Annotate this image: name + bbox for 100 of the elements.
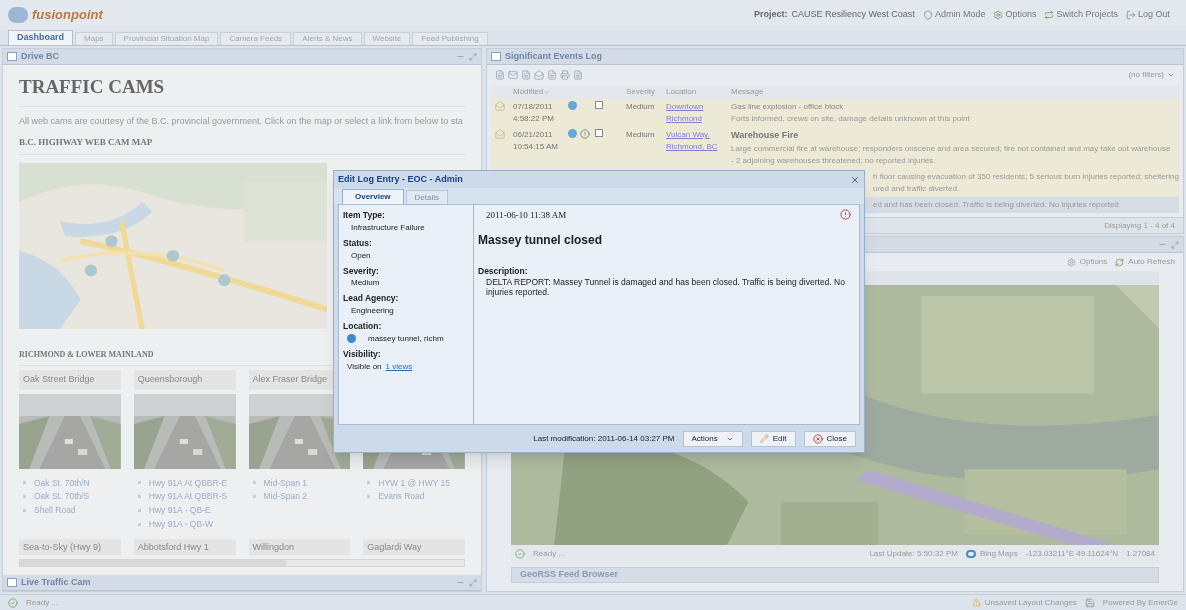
gear-icon [993, 10, 1004, 20]
toolbar-icon[interactable] [534, 70, 544, 80]
toolbar-icon[interactable] [560, 70, 570, 80]
tab[interactable]: Feed Publishing [412, 32, 488, 45]
edit-button[interactable]: Edit [750, 430, 796, 447]
bullet-icon [367, 481, 371, 485]
table-row[interactable] [491, 127, 1179, 169]
camera-link[interactable]: Shell Road [34, 504, 76, 517]
options-button[interactable]: Options [1066, 256, 1108, 268]
toolbar-icon[interactable] [547, 70, 557, 80]
camera-link[interactable]: Hwy 91A - QB-W [148, 517, 213, 531]
globe-icon [568, 129, 577, 138]
bullet-icon [252, 495, 256, 499]
event-title: Warehouse Fire [731, 129, 800, 142]
column-header[interactable]: Severity [626, 86, 666, 98]
field-value: massey tunnel, richm [368, 332, 444, 345]
location-link[interactable]: Downtown Richmond [666, 101, 731, 125]
tab[interactable]: Camera Feeds [220, 32, 292, 45]
caret-icon [1167, 71, 1175, 79]
column-header[interactable]: Location [666, 86, 731, 98]
header-link[interactable]: Switch Projects [1044, 8, 1118, 22]
camera-link[interactable]: Hwy 91A At QBBR-E [148, 476, 228, 490]
page-heading: TRAFFIC CAMS [19, 73, 465, 107]
tab[interactable]: Maps [75, 32, 113, 45]
paging-info: Displaying 1 - 4 of 4 [1104, 219, 1175, 232]
refresh-button[interactable]: Auto Refresh [1115, 256, 1175, 268]
header-link[interactable]: Log Out [1125, 8, 1170, 22]
camera-name: Gaglardi Way [367, 541, 422, 554]
camera-name: Oak Street Bridge [23, 372, 95, 386]
section-heading: B.C. HIGHWAY WEB CAM MAP [19, 136, 465, 155]
toolbar-icon[interactable] [573, 70, 583, 80]
unsaved-changes[interactable]: Unsaved Layout Changes [971, 596, 1077, 609]
description-text: DELTA REPORT: Massey Tunnel is damaged and has been closed. Traffic is being diverted. No injuries reported. [485, 277, 846, 298]
pencil-icon [759, 434, 769, 443]
tab[interactable]: Alerts & News [293, 32, 362, 45]
camera-link[interactable]: Mid-Span 2 [263, 490, 307, 503]
column-header[interactable]: Message [731, 86, 764, 98]
table-cell-text: Medium [626, 101, 656, 113]
tab[interactable]: Details [405, 190, 449, 204]
description-label: Description: [478, 264, 529, 278]
scale: 1.27084 [1126, 548, 1155, 560]
camera-name: Willingdon [252, 541, 295, 554]
field-label: Status: [343, 236, 373, 250]
tab[interactable]: Overview [342, 189, 404, 204]
camera-link[interactable]: Oak St. 70th/S [34, 490, 90, 503]
logo: fusionpoint [32, 6, 103, 25]
checkbox[interactable] [595, 129, 603, 137]
maximize-icon[interactable] [469, 52, 477, 61]
column-header[interactable]: Modified [513, 86, 568, 98]
coordinates: -123.03211°E 49.11624°N [1025, 548, 1119, 560]
camera-link[interactable]: Hwy 91A - QB-E [148, 504, 211, 517]
camera-name: Queensborough [137, 372, 203, 386]
location-link[interactable]: Vulcan Way, Richmond, BC [666, 129, 731, 153]
close-icon[interactable] [850, 174, 860, 185]
table-cell-text: Medium [626, 129, 656, 141]
panel-icon [7, 52, 17, 61]
sort-icon [543, 88, 551, 96]
logo-icon [8, 7, 28, 23]
table-cell-text: 07/18/2011 [513, 101, 554, 113]
globe-icon [568, 101, 577, 110]
panel-title: Significant Events Log [505, 49, 602, 63]
horizontal-scrollbar[interactable] [19, 558, 465, 567]
save-icon[interactable] [1084, 597, 1095, 608]
tab[interactable]: Provincial Situation Map [114, 32, 219, 45]
toolbar-icon[interactable] [508, 70, 518, 80]
filter-dropdown[interactable]: (no filters) [1128, 69, 1164, 81]
toolbar-icon[interactable] [495, 70, 505, 80]
event-detail: Forts informed, crews on site, damage details unknown at this point [731, 113, 971, 125]
maximize-icon[interactable] [1171, 240, 1179, 249]
map-status: Ready ... [533, 548, 565, 560]
camera-link[interactable]: Mid-Span 1 [263, 476, 307, 490]
powered-by: Powered By EmerGe [1102, 596, 1178, 609]
camera-link[interactable]: HYW 1 @ HWY 15 [378, 476, 450, 490]
bullet-icon [23, 508, 26, 512]
header-link[interactable]: Admin Mode [922, 8, 986, 22]
envelope-icon [495, 129, 505, 139]
gear-icon [1066, 257, 1076, 267]
header-link[interactable]: Options [993, 8, 1037, 22]
table-cell-text: 10:54:15 AM [513, 141, 559, 153]
panel-title: Drive BC [21, 49, 59, 63]
close-button[interactable]: Close [803, 430, 856, 447]
map-provider[interactable]: Bing Maps [965, 548, 1018, 560]
panel-title: GeoRSS Feed Browser [520, 568, 619, 582]
table-row[interactable]: 07/18/2011 4:58:22 PM Medium Downtown Richmond Gas line explosion - office block Forts informed, crews on site, damage details unknown at this point [491, 99, 1179, 127]
camera-link[interactable]: Oak St. 70th/N [34, 476, 90, 490]
checkbox[interactable] [595, 101, 603, 109]
field-value: Open [350, 249, 372, 262]
field-value: Engineering [350, 305, 395, 317]
tab[interactable]: Dashboard [8, 30, 73, 45]
tab[interactable]: Website [363, 32, 411, 45]
actions-button[interactable]: Actions [682, 430, 743, 447]
camera-link[interactable]: Hwy 91A At QBBR-S [148, 490, 228, 503]
event-detail: ured and traffic diverted. [873, 182, 961, 195]
arrows-icon [1044, 10, 1055, 20]
maximize-icon[interactable] [469, 578, 477, 587]
ready-icon [515, 549, 525, 559]
toolbar-icon[interactable] [521, 70, 531, 80]
event-title: Gas line explosion - office block [731, 101, 845, 113]
panel-title: Live Traffic Cam [21, 575, 91, 589]
camera-link[interactable]: Evans Road [378, 490, 425, 503]
